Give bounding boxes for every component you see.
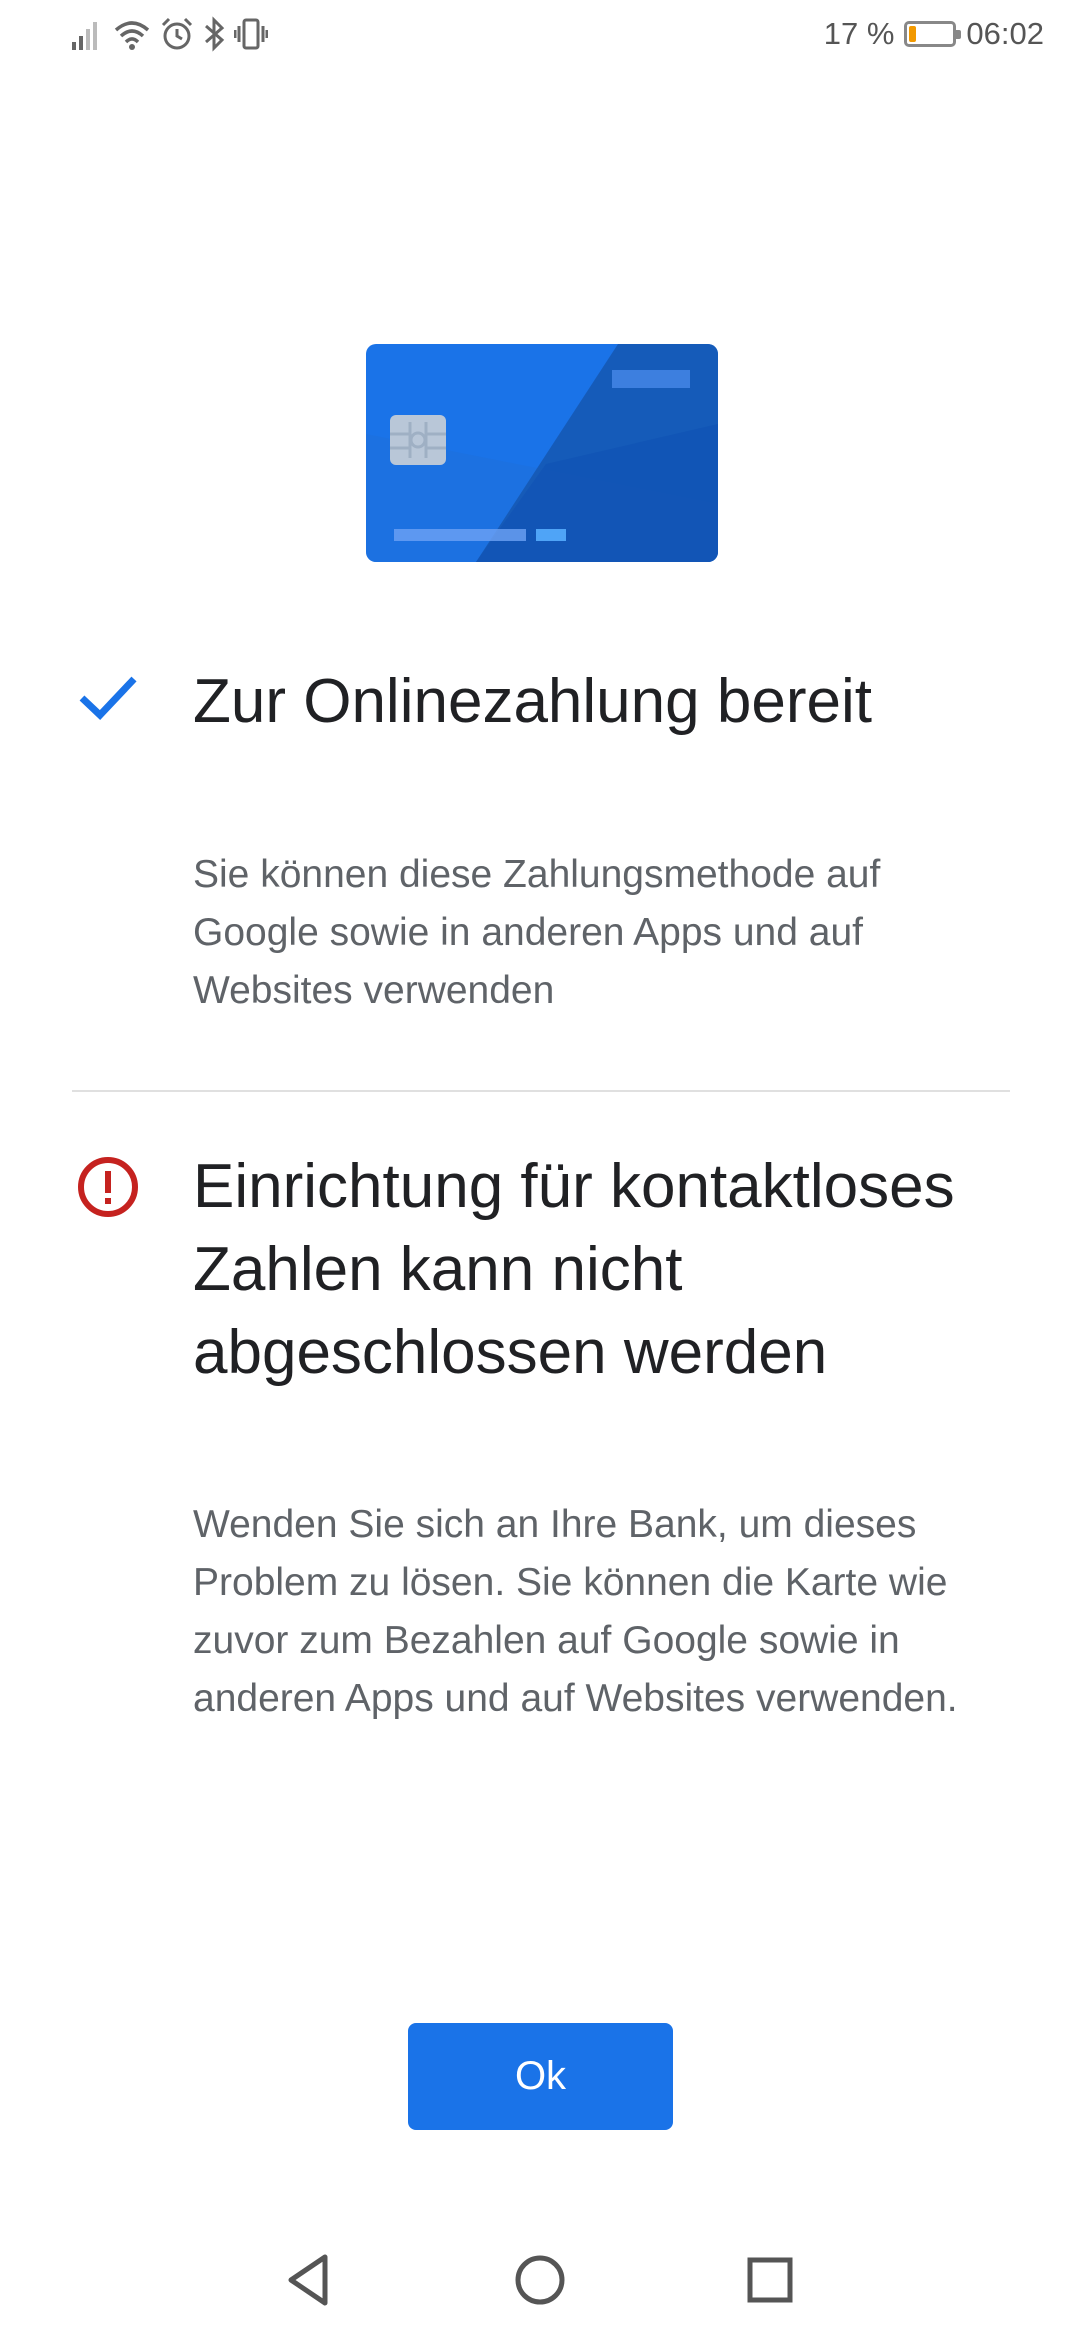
online-payment-title: Zur Onlinezahlung bereit	[193, 667, 872, 736]
bluetooth-icon	[205, 16, 225, 52]
check-icon	[79, 676, 137, 720]
contactless-title: Einrichtung für kontaktloses Zahlen kann…	[193, 1152, 955, 1387]
credit-card-icon	[366, 344, 718, 562]
back-button[interactable]	[280, 2250, 340, 2310]
clock: 06:02	[966, 16, 1044, 51]
divider	[72, 1090, 1010, 1092]
vibrate-icon	[234, 18, 268, 50]
online-payment-description: Sie können diese Zahlungsmethode auf Goo…	[193, 853, 881, 1012]
home-button[interactable]	[510, 2250, 570, 2310]
alarm-icon	[161, 17, 193, 50]
battery-icon	[904, 21, 962, 47]
battery-percent: 17 %	[823, 16, 895, 51]
home-icon	[515, 2255, 565, 2305]
error-icon	[78, 1157, 138, 1217]
contactless-description: Wenden Sie sich an Ihre Bank, um dieses …	[193, 1503, 958, 1720]
recents-icon	[747, 2257, 793, 2303]
signal-icon	[72, 22, 97, 50]
recents-button[interactable]	[740, 2250, 800, 2310]
battery-level	[909, 26, 917, 42]
ok-button[interactable]: Ok	[408, 2023, 673, 2130]
status-bar: 17 % 06:02	[0, 0, 1080, 80]
status-right: 17 % 06:02	[824, 16, 1044, 52]
wifi-icon	[114, 21, 150, 50]
back-icon	[288, 2254, 328, 2306]
navigation-bar	[0, 2230, 1080, 2340]
status-icons	[70, 16, 268, 52]
